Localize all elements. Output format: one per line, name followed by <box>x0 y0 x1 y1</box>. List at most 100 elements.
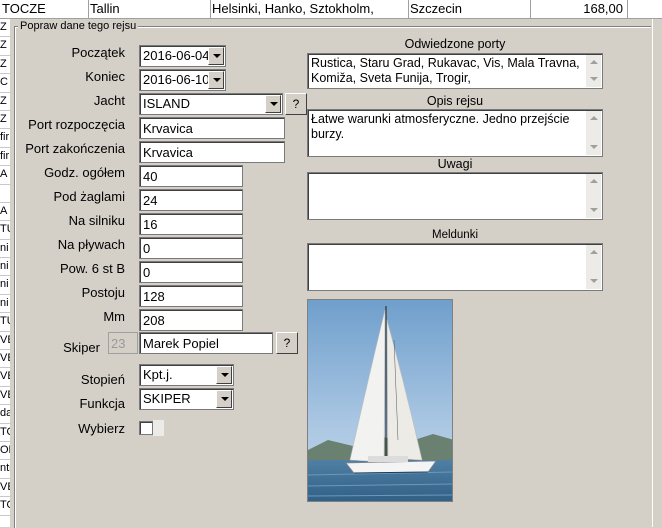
table-cell: VE <box>0 368 10 387</box>
table-cell: TO <box>0 497 10 516</box>
ports-visited-text: Rustica, Staru Grad, Rukavac, Vis, Mala … <box>311 56 580 85</box>
background-table-left-column: ZZZCZZfirfirAATUninininiTUVEVEVEVEdaTOON… <box>0 19 10 527</box>
table-cell: VE <box>0 350 10 369</box>
table-cell: Z <box>0 37 10 56</box>
reports-label: Meldunki <box>431 229 479 241</box>
end-date-picker[interactable]: 2016-06-10 <box>139 69 226 91</box>
tidal-field[interactable]: 0 <box>139 237 243 259</box>
trip-description-label: Opis rejsu <box>426 94 484 108</box>
table-cell: ntr <box>0 460 10 479</box>
nm-field[interactable]: 208 <box>139 309 243 331</box>
arrow-up-icon[interactable] <box>586 245 601 260</box>
rank-label: Stopień <box>80 372 125 387</box>
chevron-down-icon[interactable] <box>208 71 224 89</box>
wind6-field[interactable]: 0 <box>139 261 243 283</box>
arrow-up-icon[interactable] <box>586 174 601 189</box>
table-cell: ni <box>0 240 10 259</box>
table-cell: Z <box>0 93 10 111</box>
notes-label: Uwagi <box>437 157 473 171</box>
table-cell: Z <box>0 56 10 75</box>
ports-visited-label: Odwiedzone porty <box>404 37 506 51</box>
chevron-down-icon[interactable] <box>265 95 281 113</box>
chevron-down-icon[interactable] <box>208 47 224 65</box>
engine-field[interactable]: 16 <box>139 213 243 235</box>
yacht-label: Jacht <box>93 93 125 108</box>
arrow-up-icon[interactable] <box>586 111 601 126</box>
reports-scrollbar[interactable] <box>586 245 601 289</box>
trip-description-memo[interactable]: Łatwe warunki atmosferyczne. Jedno przej… <box>307 109 603 157</box>
table-cell <box>0 185 10 203</box>
skipper-lookup-button[interactable]: ? <box>276 332 298 354</box>
table-cell: fir <box>0 148 10 167</box>
harbour-field[interactable]: 128 <box>139 285 243 307</box>
hours-total-field[interactable]: 40 <box>139 165 243 187</box>
notes-scrollbar[interactable] <box>586 174 601 218</box>
yacht-lookup-button[interactable]: ? <box>285 93 307 115</box>
background-right-strip <box>652 19 662 527</box>
nm-label: Mm <box>103 309 125 324</box>
table-cell: fir <box>0 129 10 148</box>
checkbox-focus-area <box>153 420 164 436</box>
start-port-field[interactable]: Krvavica <box>139 117 285 139</box>
arrow-down-icon[interactable] <box>586 72 601 87</box>
notes-memo[interactable] <box>307 172 603 220</box>
function-value: SKIPER <box>143 391 191 406</box>
yacht-photo <box>307 299 453 502</box>
end-port-label: Port zakończenia <box>25 141 125 156</box>
start-date-picker[interactable]: 2016-06-04 <box>139 45 226 67</box>
function-label: Funkcja <box>79 396 125 411</box>
yacht-select[interactable]: ISLAND <box>139 93 283 115</box>
table-cell: ni <box>0 276 10 295</box>
function-select[interactable]: SKIPER <box>139 388 234 410</box>
yacht-value: ISLAND <box>143 96 190 111</box>
table-cell: ni <box>0 295 10 314</box>
table-cell: TOCZE <box>0 0 89 18</box>
under-sail-label: Pod żaglami <box>53 189 125 204</box>
table-cell: A <box>0 166 10 185</box>
table-cell: Szczecin <box>408 0 531 18</box>
skipper-name-field[interactable]: Marek Popiel <box>139 332 273 354</box>
chevron-down-icon[interactable] <box>216 390 232 408</box>
table-cell: ni <box>0 258 10 277</box>
harbour-label: Postoju <box>81 285 125 300</box>
background-table-row: TOCZE Tallin Helsinki, Hanko, Sztokholm,… <box>0 0 662 19</box>
group-title: Popraw dane tego rejsu <box>18 20 139 32</box>
arrow-up-icon[interactable] <box>586 55 601 70</box>
skipper-id-field: 23 <box>108 332 138 354</box>
arrow-down-icon[interactable] <box>586 203 601 218</box>
rank-select[interactable]: Kpt.j. <box>139 364 234 386</box>
end-date-label: Koniec <box>85 69 125 84</box>
select-label: Wybierz <box>78 421 125 436</box>
engine-label: Na silniku <box>68 213 125 228</box>
table-cell: 168,00 <box>530 0 628 18</box>
reports-memo[interactable] <box>307 243 603 291</box>
table-cell: Helsinki, Hanko, Sztokholm, <box>210 0 409 18</box>
table-cell: Z <box>0 111 10 130</box>
start-date-value: 2016-06-04 <box>143 48 210 63</box>
table-cell: Z <box>0 19 10 38</box>
under-sail-field[interactable]: 24 <box>139 189 243 211</box>
table-cell: TU <box>0 221 10 240</box>
end-port-field[interactable]: Krvavica <box>139 141 285 163</box>
start-port-label: Port rozpoczęcia <box>28 117 125 132</box>
arrow-down-icon[interactable] <box>586 140 601 155</box>
start-date-label: Początek <box>71 45 125 60</box>
description-scrollbar[interactable] <box>586 111 601 155</box>
table-cell: ON <box>0 442 10 461</box>
trip-description-text: Łatwe warunki atmosferyczne. Jedno przej… <box>311 112 570 141</box>
table-cell: TU <box>0 313 10 332</box>
skipper-label: Skiper <box>63 340 100 355</box>
end-date-value: 2016-06-10 <box>143 72 210 87</box>
wind6-label: Pow. 6 st B <box>59 261 125 276</box>
arrow-down-icon[interactable] <box>586 274 601 289</box>
ports-visited-memo[interactable]: Rustica, Staru Grad, Rukavac, Vis, Mala … <box>307 53 603 89</box>
hours-total-label: Godz. ogółem <box>44 165 125 180</box>
table-cell: A <box>0 203 10 222</box>
sailboat-photo <box>308 300 452 501</box>
select-checkbox[interactable] <box>139 421 153 435</box>
tidal-label: Na pływach <box>57 237 125 252</box>
rank-value: Kpt.j. <box>143 367 173 382</box>
table-cell: TO <box>0 424 10 442</box>
chevron-down-icon[interactable] <box>216 366 232 384</box>
ports-scrollbar[interactable] <box>586 55 601 87</box>
